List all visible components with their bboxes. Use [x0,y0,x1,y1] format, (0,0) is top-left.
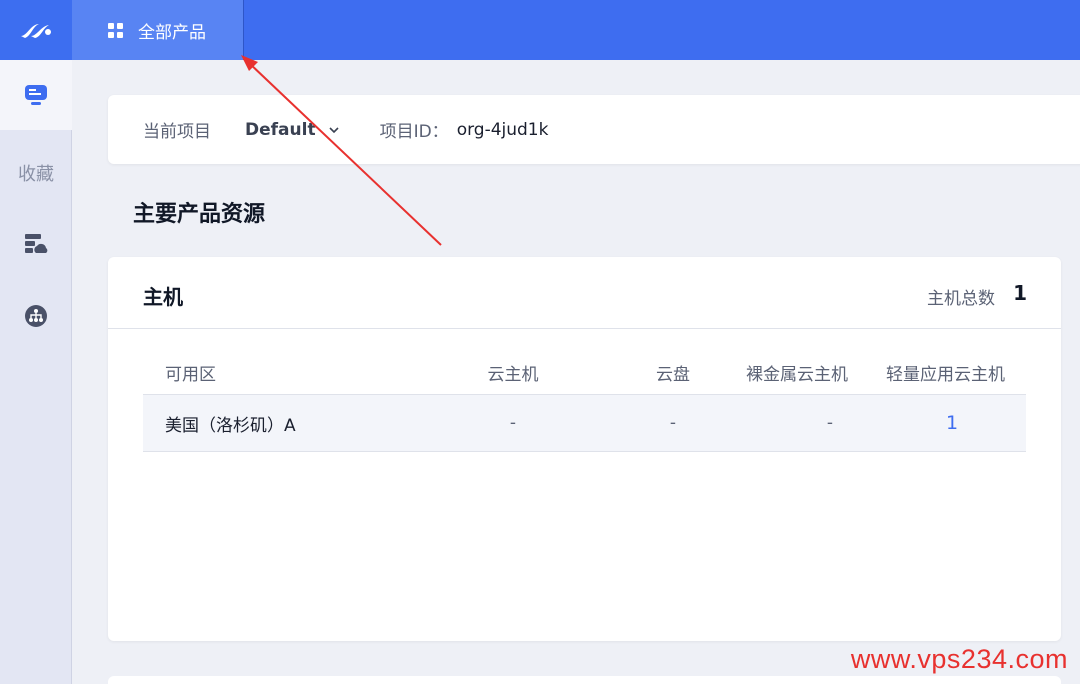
sidebar: 收藏 [0,0,72,684]
sidebar-item-overview[interactable] [0,60,72,130]
top-bar: 全部产品 [72,0,1080,60]
sidebar-item-favorites[interactable]: 收藏 [0,160,72,186]
table-header: 可用区 云主机 云盘 裸金属云主机 轻量应用云主机 [143,351,1026,395]
grid-icon [108,22,123,38]
column-header-zone: 可用区 [165,365,216,385]
project-id-label: 项目ID： [379,122,449,142]
column-header-lightweight: 轻量应用云主机 [886,365,1005,385]
next-card [108,676,1061,684]
chevron-down-icon [329,126,339,133]
cell-cloud-host: - [509,413,517,433]
server-cloud-icon [25,234,48,253]
column-header-bare-metal: 裸金属云主机 [746,365,848,385]
cell-zone: 美国（洛杉矶）A [165,415,296,436]
cell-lightweight-link[interactable]: 1 [913,395,991,451]
all-products-label: 全部产品 [138,22,206,43]
network-icon [25,305,47,327]
cell-bare-metal: - [826,413,834,433]
sidebar-item-resources[interactable] [0,233,72,255]
table-row: 美国（洛杉矶）A - - - 1 [143,395,1026,452]
host-table: 可用区 云主机 云盘 裸金属云主机 轻量应用云主机 美国（洛杉矶）A - - -… [143,351,1026,452]
section-title: 主要产品资源 [133,202,266,227]
sidebar-item-network[interactable] [0,304,72,328]
current-project-label: 当前项目 [143,122,211,142]
project-selector-value: Default [245,119,316,140]
host-card: 主机 主机总数 1 可用区 云主机 云盘 裸金属云主机 轻量应用云主机 美国（洛… [108,257,1061,641]
column-header-cloud-host: 云主机 [487,365,539,385]
host-total-value: 1 [1013,281,1027,305]
host-card-header: 主机 主机总数 1 [108,257,1061,329]
logo[interactable] [0,0,72,60]
host-total-label: 主机总数 [927,289,995,309]
project-selector[interactable]: Default [245,120,340,140]
host-card-title: 主机 [143,285,183,309]
logo-icon [21,24,51,38]
project-id-value: org-4jud1k [456,119,549,140]
monitor-icon [25,85,47,105]
cell-cloud-disk: - [669,413,677,433]
all-products-button[interactable]: 全部产品 [72,0,244,60]
watermark: www.vps234.com [850,644,1068,674]
project-bar: 当前项目 Default 项目ID： org-4jud1k [108,95,1080,164]
